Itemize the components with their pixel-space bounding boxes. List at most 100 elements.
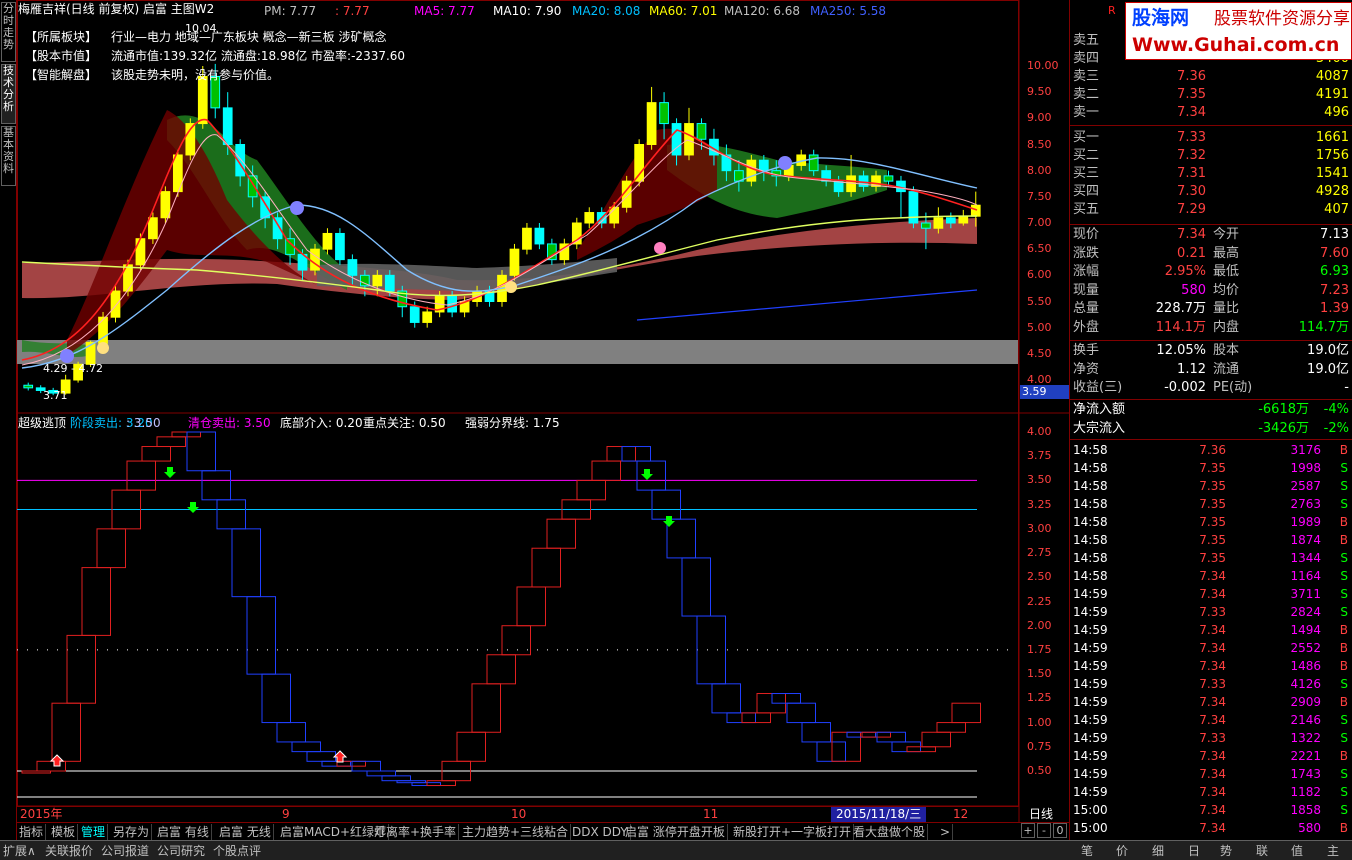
indicator-tab[interactable]: 另存为	[111, 824, 153, 840]
quote-bottom-tab[interactable]: 势	[1220, 842, 1232, 860]
zoom-button[interactable]: -	[1037, 823, 1051, 838]
stat-value: -	[1344, 380, 1349, 395]
stat-value: 228.7万	[1155, 301, 1206, 316]
bid-price: 7.33	[1177, 130, 1206, 145]
info-label-capital: 【股本市值】	[25, 49, 98, 63]
stat-value: 19.0亿	[1307, 361, 1349, 377]
ask-volume: 4191	[1315, 87, 1349, 102]
ask-volume: 496	[1324, 105, 1349, 120]
indicator-tab[interactable]: 主力趋势+三线粘合	[460, 824, 572, 840]
ma-legend-item: MA5: 7.77	[414, 4, 475, 18]
tick-volume: 2824	[1290, 605, 1321, 619]
stat-label: PE(动)	[1213, 380, 1253, 395]
indicator-axis-tick: 0.75	[1027, 739, 1052, 753]
tick-volume: 2909	[1290, 695, 1321, 709]
tick-time: 14:59	[1073, 749, 1108, 763]
tick-row: 14:58 7.35 1344 S	[1070, 549, 1352, 567]
indicator-tab[interactable]: 启富 涨停开盘开板	[623, 824, 728, 840]
indicator-tab[interactable]: 启富 有线	[155, 824, 212, 840]
indicator-tab[interactable]: 看大盘做个股	[851, 824, 929, 840]
status-tab[interactable]: 个股点评	[213, 842, 261, 860]
indicator-tab[interactable]: 乖离率+换手率	[372, 824, 460, 840]
tick-volume: 2763	[1290, 497, 1321, 511]
indicator-axis-tick: 0.50	[1027, 764, 1052, 777]
tick-row: 15:00 7.34 1858 S	[1070, 801, 1352, 819]
indicator-axis-tick: 2.25	[1027, 594, 1052, 608]
indicator-step	[576, 479, 606, 501]
tab-technical[interactable]: 技术分析	[1, 64, 16, 124]
tick-volume: 2146	[1290, 713, 1321, 727]
quote-bottom-tab[interactable]: 联	[1256, 842, 1268, 860]
tick-time: 14:59	[1073, 677, 1108, 691]
status-tab[interactable]: 公司研究	[157, 842, 205, 860]
indicator-tab[interactable]: 启富 无线	[217, 824, 274, 840]
zoom-button[interactable]: +	[1021, 823, 1035, 838]
indicator-tab[interactable]: 管理	[79, 824, 109, 840]
bid-price: 7.29	[1177, 202, 1206, 217]
ask-label: 卖一	[1073, 105, 1100, 120]
indicator-tab[interactable]: 指标	[17, 824, 47, 840]
tab-intraday[interactable]: 分时走势	[1, 2, 16, 62]
stat-label: 涨跌	[1073, 245, 1100, 261]
tick-row: 14:59 7.34 2909 B	[1070, 693, 1352, 711]
tick-row: 14:58 7.34 1164 S	[1070, 567, 1352, 585]
status-tab[interactable]: 扩展∧	[3, 842, 36, 860]
bid-price: 7.30	[1177, 184, 1206, 199]
tick-time: 15:00	[1073, 821, 1108, 835]
tick-row: 14:59 7.34 2221 B	[1070, 747, 1352, 765]
tick-direction: S	[1340, 551, 1348, 565]
candle	[23, 382, 34, 391]
stat2-row: 换手 12.05% 股本 19.0亿	[1070, 342, 1352, 360]
stat-label: 外盘	[1073, 319, 1100, 335]
quote-bottom-tab[interactable]: 主	[1327, 842, 1339, 860]
tick-price: 7.33	[1199, 605, 1226, 619]
stat-row: 涨跌 0.21 最高 7.60	[1070, 245, 1352, 263]
indicator-tab[interactable]: 模板	[49, 824, 79, 840]
indicator-tab[interactable]: DDX DDY	[570, 824, 631, 840]
candle	[522, 223, 532, 255]
quote-bottom-tab[interactable]: 值	[1291, 842, 1303, 860]
quote-bottom-tab[interactable]: 日	[1188, 842, 1200, 860]
tick-price: 7.35	[1199, 515, 1226, 529]
indicator-axis-tick: 2.50	[1027, 570, 1052, 584]
tick-volume: 1322	[1290, 731, 1321, 745]
tick-time: 14:59	[1073, 767, 1108, 781]
bid-volume: 407	[1324, 202, 1349, 217]
ask-row: 卖三 7.36 4087	[1070, 68, 1352, 86]
tick-price: 7.34	[1199, 713, 1226, 727]
stat-value: 1.12	[1177, 361, 1206, 377]
indicator-step	[291, 741, 321, 753]
flow-label: 大宗流入	[1073, 420, 1126, 436]
tick-price: 7.35	[1199, 479, 1226, 493]
price-axis-tick: 5.00	[1027, 320, 1052, 334]
tick-price: 7.35	[1199, 461, 1226, 475]
tick-volume: 1182	[1290, 785, 1321, 799]
period-label[interactable]: 日线	[1029, 807, 1053, 821]
chart-canvas[interactable]	[17, 0, 1069, 822]
quote-bottom-tab[interactable]: 细	[1152, 842, 1164, 860]
quote-bottom-tab[interactable]: 价	[1116, 842, 1128, 860]
status-tab[interactable]: 公司报道	[101, 842, 149, 860]
indicator-tab[interactable]: >	[938, 824, 954, 840]
indicator-step	[771, 693, 801, 704]
price-axis-tick: 6.50	[1027, 242, 1052, 256]
indicator-step	[816, 741, 846, 762]
stat-label: 收益(三)	[1073, 380, 1123, 395]
axis-marker: 3.59	[1020, 385, 1069, 399]
indicator-tab-bar: 指标 模板 管理 另存为 启富 有线 启富 无线 启富MACD+红绿灯 乖离率+换手率 主力趋势…	[17, 822, 1069, 840]
bid-label: 买二	[1073, 148, 1100, 163]
tick-price: 7.34	[1199, 587, 1226, 601]
indicator-tab[interactable]: 新股打开+一字板打开	[731, 824, 855, 840]
zoom-button[interactable]: 0	[1053, 823, 1067, 838]
tick-price: 7.35	[1199, 497, 1226, 511]
tab-fundamentals[interactable]: 基本资料	[1, 126, 16, 186]
stat-label: 现价	[1073, 227, 1100, 242]
status-tab[interactable]: 关联报价	[45, 842, 93, 860]
bid-row: 买二 7.32 1756	[1070, 147, 1352, 165]
tick-direction: B	[1339, 821, 1348, 835]
price-axis-tick: 7.00	[1027, 216, 1052, 229]
range-label: 4.29 - 4.72	[43, 362, 103, 375]
tick-direction: S	[1340, 497, 1348, 511]
indicator-step	[696, 615, 726, 685]
quote-bottom-tab[interactable]: 笔	[1081, 842, 1093, 860]
